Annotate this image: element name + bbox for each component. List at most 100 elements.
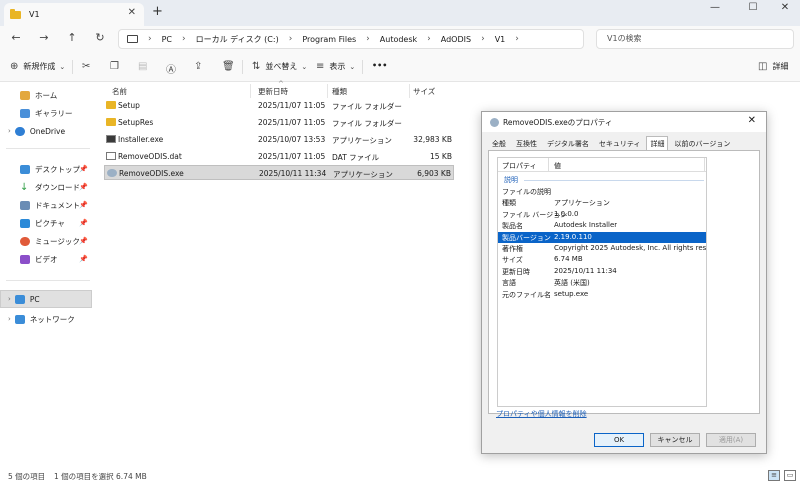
file-row[interactable]: RemoveODIS.dat 2025/11/07 11:05 DAT ファイル… [104, 149, 454, 164]
desktop-icon [20, 164, 30, 174]
close-button[interactable]: ✕ [770, 2, 800, 13]
divider [242, 60, 243, 74]
tab-previous-versions[interactable]: 以前のバージョン [670, 136, 734, 150]
view-icon: ≡ [316, 61, 325, 72]
chevron-right-icon[interactable]: › [8, 295, 11, 303]
ok-button[interactable]: OK [594, 433, 644, 447]
tab-close-icon[interactable]: ✕ [128, 7, 136, 18]
breadcrumb-program-files[interactable]: Program Files [302, 35, 356, 44]
details-view-icon[interactable]: ≡ [768, 470, 780, 481]
column-divider[interactable] [250, 84, 251, 98]
remove-properties-link[interactable]: プロパティや個人情報を削除 [496, 409, 587, 419]
cancel-button[interactable]: キャンセル [650, 433, 700, 447]
sidebar-item-pictures[interactable]: ピクチャ 📌 [0, 214, 92, 232]
property-row[interactable]: 製品名 Autodesk Installer [498, 220, 706, 231]
command-bar: ⊕ 新規作成 ⌄ ✂ ❐ ▤ Ⓐ ⇪ 🗑 ⇅ 並べ替え ⌄ ≡ 表示 ⌄ •••… [0, 52, 800, 82]
apply-button[interactable]: 適用(A) [706, 433, 756, 447]
sidebar-item-home[interactable]: ホーム [0, 86, 92, 104]
file-row-selected[interactable]: RemoveODIS.exe 2025/10/11 11:34 アプリケーション… [104, 165, 454, 180]
property-row[interactable]: 種類 アプリケーション [498, 197, 706, 208]
sidebar-item-desktop[interactable]: デスクトップ 📌 [0, 160, 92, 178]
column-header-property[interactable]: プロパティ [502, 161, 537, 171]
copy-icon[interactable]: ❐ [110, 61, 124, 72]
property-list[interactable]: プロパティ 値 説明 ファイルの説明 種類 アプリケーション ファイル バージョ… [497, 157, 707, 407]
pin-icon[interactable]: 📌 [79, 201, 88, 209]
column-header-size[interactable]: サイズ [413, 86, 435, 97]
sort-button[interactable]: ⇅ 並べ替え ⌄ [252, 61, 312, 72]
tab-details[interactable]: 詳細 [646, 136, 669, 150]
file-row[interactable]: Setup 2025/11/07 11:05 ファイル フォルダー [104, 98, 454, 113]
section-rule [524, 180, 704, 181]
more-options-icon[interactable]: ••• [372, 61, 387, 70]
tab-digital-signatures[interactable]: デジタル署名 [543, 136, 593, 150]
column-header-modified[interactable]: 更新日時 [258, 86, 288, 97]
property-row[interactable]: ファイル バージョン 1.0.0.0 [498, 209, 706, 220]
sidebar-item-music[interactable]: ミュージック 📌 [0, 232, 92, 250]
forward-button[interactable]: → [36, 31, 52, 44]
chevron-right-icon[interactable]: › [8, 315, 11, 323]
view-button[interactable]: ≡ 表示 ⌄ [316, 61, 360, 72]
property-row[interactable]: 著作権 Copyright 2025 Autodesk, Inc. All ri… [498, 243, 706, 254]
sidebar-item-onedrive[interactable]: › OneDrive [0, 122, 92, 140]
address-bar[interactable]: › PC › ローカル ディスク (C:) › Program Files › … [118, 29, 584, 49]
refresh-button[interactable]: ↻ [92, 31, 108, 44]
new-button[interactable]: ⊕ 新規作成 ⌄ [10, 61, 70, 72]
search-input[interactable]: V1の検索 [596, 29, 794, 49]
divider [6, 280, 90, 281]
chevron-right-icon[interactable]: › [8, 127, 11, 135]
breadcrumb-autodesk[interactable]: Autodesk [380, 35, 417, 44]
tiles-view-icon[interactable]: ▭ [784, 470, 796, 481]
pin-icon[interactable]: 📌 [79, 219, 88, 227]
column-header-name[interactable]: 名前 [112, 86, 127, 97]
cut-icon[interactable]: ✂ [82, 61, 95, 72]
sidebar-item-videos[interactable]: ビデオ 📌 [0, 250, 92, 268]
breadcrumb-local-disk[interactable]: ローカル ディスク (C:) [196, 34, 279, 45]
column-divider[interactable] [548, 158, 549, 172]
property-row[interactable]: 元のファイル名 setup.exe [498, 289, 706, 300]
back-button[interactable]: ← [8, 31, 24, 44]
property-row[interactable]: 言語 英語 (米国) [498, 277, 706, 288]
property-row[interactable]: ファイルの説明 [498, 186, 706, 197]
dialog-close-button[interactable]: ✕ [748, 115, 756, 126]
paste-icon[interactable]: ▤ [138, 61, 152, 72]
tab-v1[interactable]: V1 ✕ [4, 3, 144, 26]
sidebar-item-gallery[interactable]: ギャラリー [0, 104, 92, 122]
pin-icon[interactable]: 📌 [79, 165, 88, 173]
maximize-button[interactable]: ☐ [738, 2, 768, 13]
column-divider[interactable] [327, 84, 328, 98]
pin-icon[interactable]: 📌 [79, 183, 88, 191]
share-icon[interactable]: ⇪ [194, 61, 207, 72]
column-header-value[interactable]: 値 [554, 161, 561, 171]
chevron-right-icon: › [366, 34, 370, 44]
tab-general[interactable]: 全般 [488, 136, 510, 150]
property-row-selected[interactable]: 製品バージョン 2.19.0.110 [498, 231, 706, 243]
tab-security[interactable]: セキュリティ [595, 136, 645, 150]
plus-circle-icon: ⊕ [10, 61, 19, 72]
breadcrumb-adodis[interactable]: AdODIS [441, 35, 471, 44]
sidebar-item-downloads[interactable]: ↓ ダウンロード 📌 [0, 178, 92, 196]
new-tab-button[interactable]: + [152, 4, 163, 19]
details-pane-button[interactable]: ◫ 詳細 [758, 61, 788, 72]
property-row[interactable]: サイズ 6.74 MB [498, 254, 706, 265]
column-divider[interactable] [409, 84, 410, 98]
tab-compatibility[interactable]: 互換性 [512, 136, 541, 150]
rename-icon[interactable]: Ⓐ [166, 61, 181, 76]
breadcrumb-v1[interactable]: V1 [495, 35, 506, 44]
file-row[interactable]: SetupRes 2025/11/07 11:05 ファイル フォルダー [104, 115, 454, 130]
divider [6, 148, 90, 149]
pin-icon[interactable]: 📌 [79, 237, 88, 245]
sidebar-item-documents[interactable]: ドキュメント 📌 [0, 196, 92, 214]
sidebar-item-network[interactable]: › ネットワーク [0, 310, 92, 328]
breadcrumb-pc[interactable]: PC [162, 35, 172, 44]
delete-icon[interactable]: 🗑 [222, 61, 240, 72]
pin-icon[interactable]: 📌 [79, 255, 88, 263]
up-button[interactable]: ↑ [64, 31, 80, 44]
file-row[interactable]: Installer.exe 2025/10/07 13:53 アプリケーション … [104, 132, 454, 147]
minimize-button[interactable]: — [700, 2, 730, 13]
property-row[interactable]: 更新日時 2025/10/11 11:34 [498, 266, 706, 277]
property-key: 著作権 [502, 245, 523, 253]
column-divider[interactable] [704, 158, 705, 172]
column-header-type[interactable]: 種類 [332, 86, 347, 97]
file-name: SetupRes [118, 118, 154, 127]
sidebar-item-pc[interactable]: › PC [0, 290, 92, 308]
